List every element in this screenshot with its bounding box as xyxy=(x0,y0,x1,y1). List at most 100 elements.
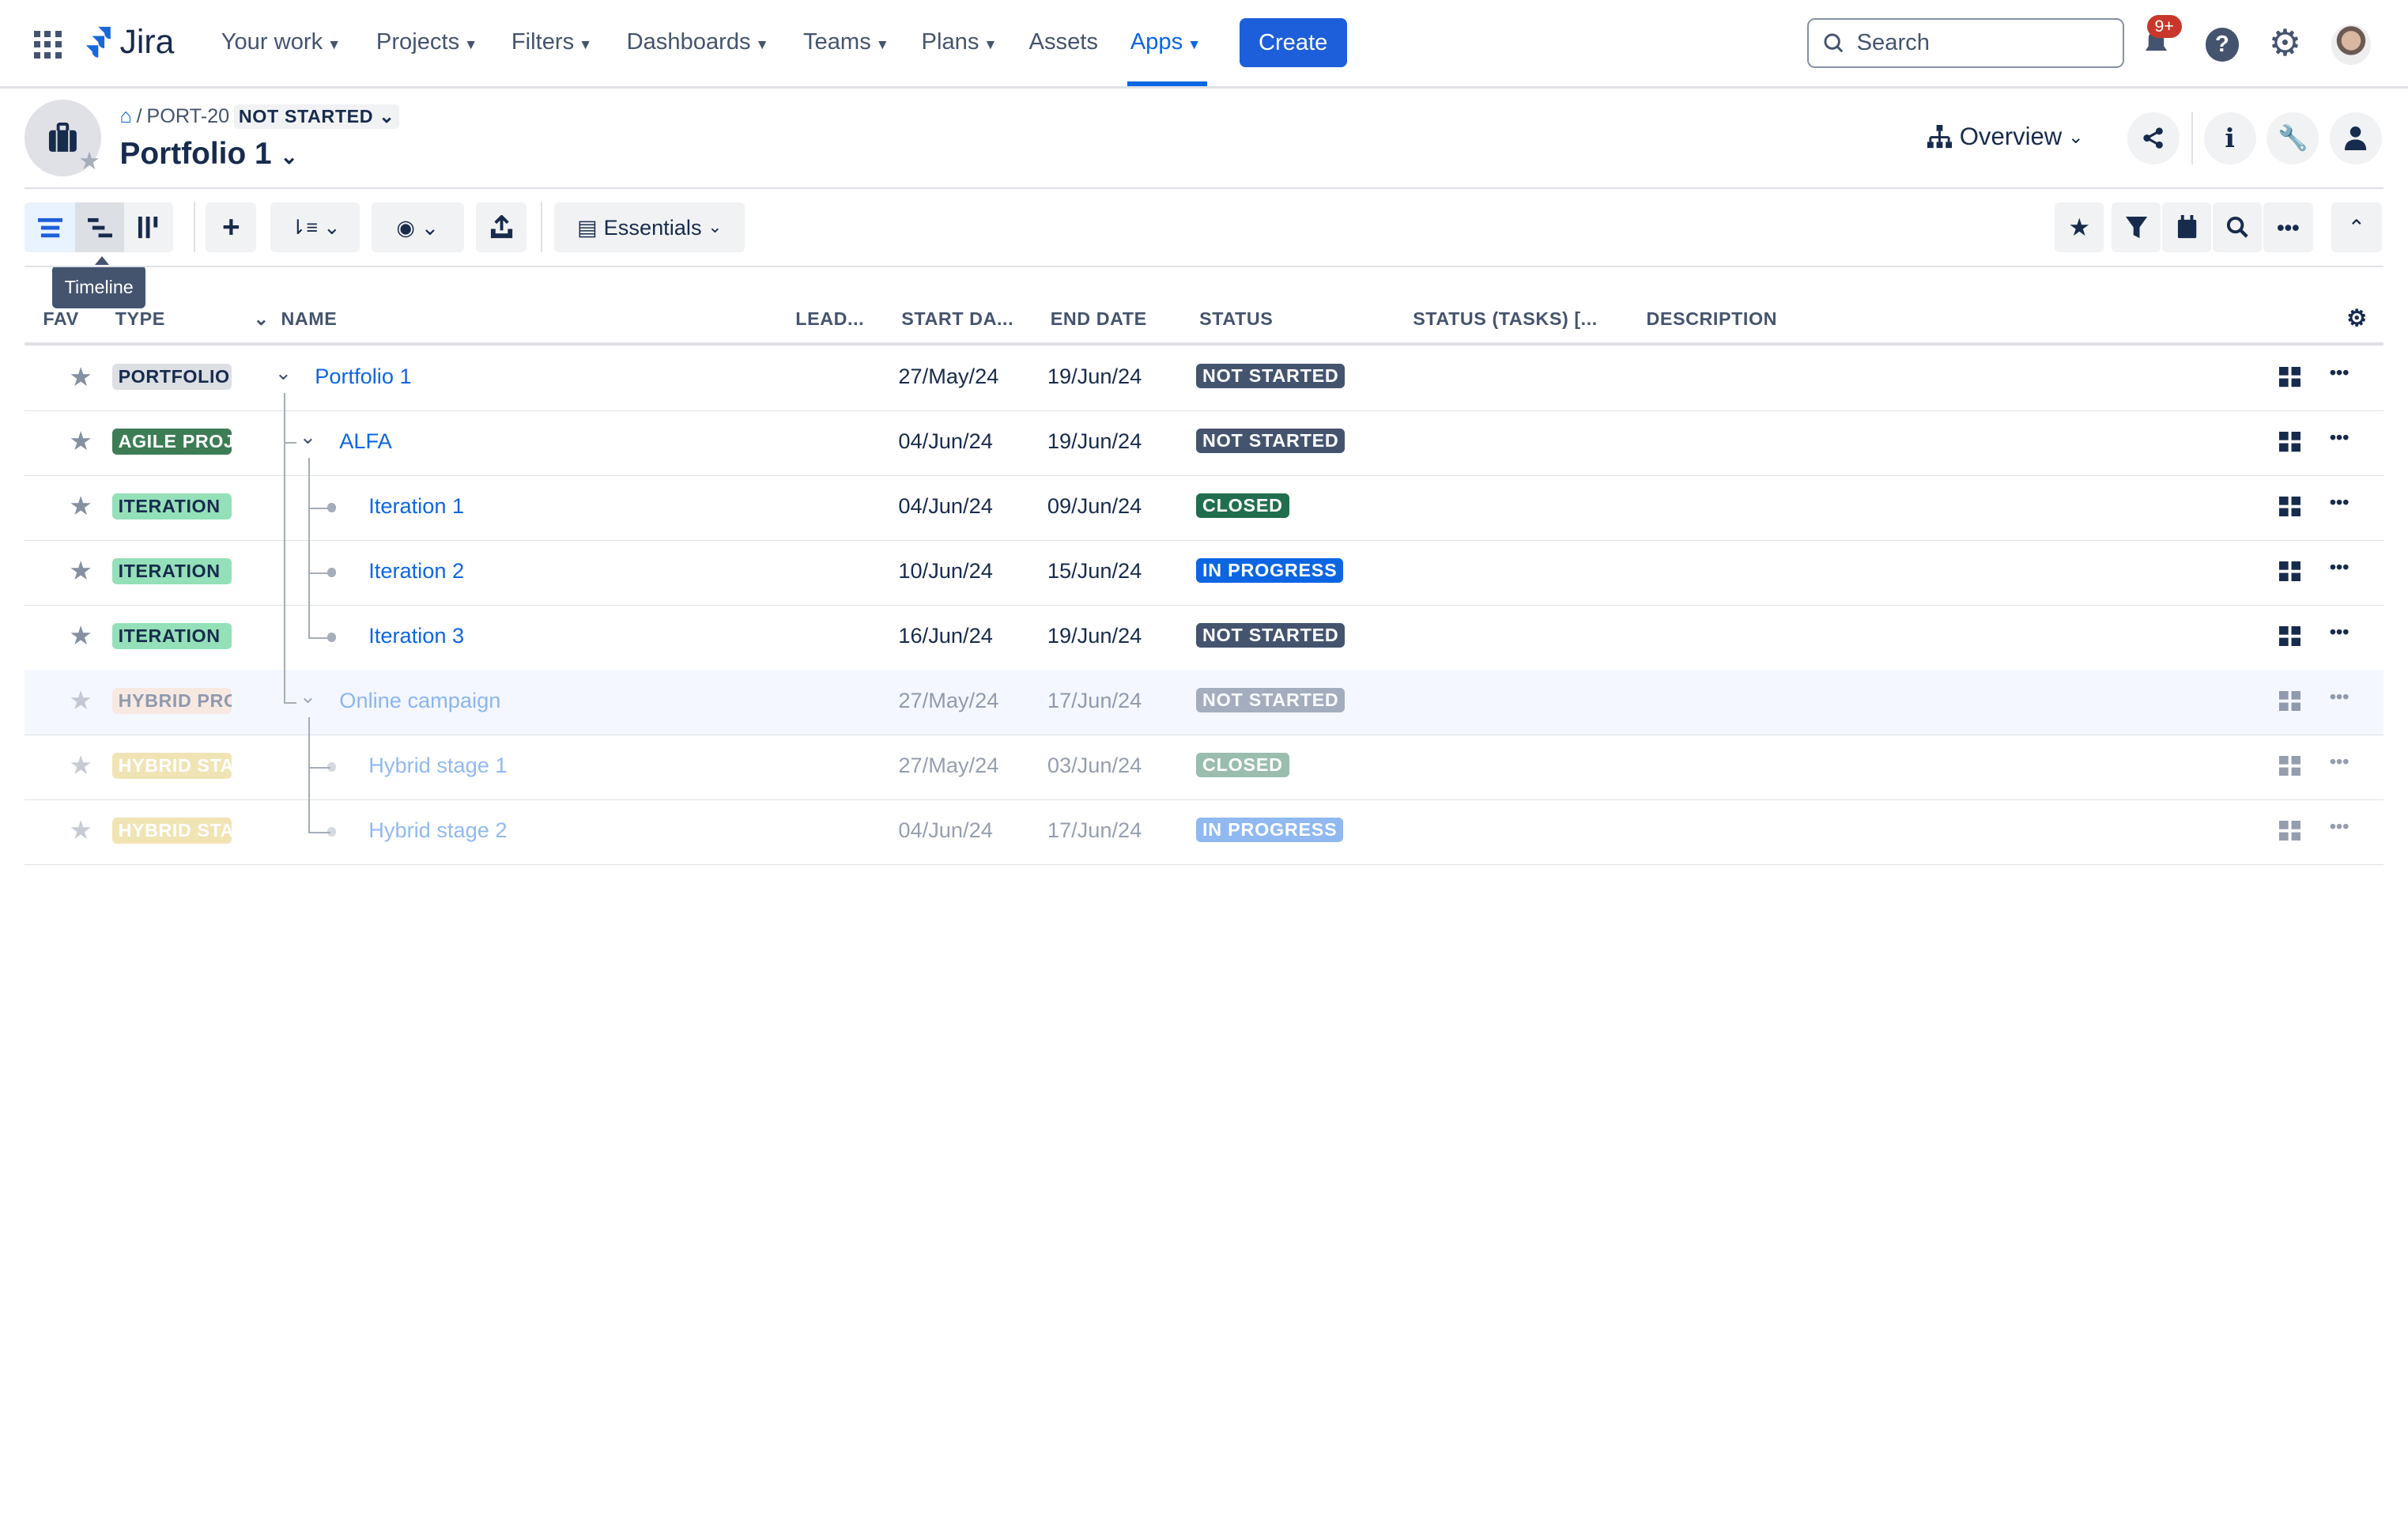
help-icon[interactable]: ? xyxy=(2205,27,2240,62)
column-header-lead[interactable]: LEAD... xyxy=(795,308,864,330)
expand-chevron-icon[interactable]: ⌄ xyxy=(300,685,316,708)
row-more-icon[interactable]: ••• xyxy=(2330,816,2349,837)
share-icon[interactable] xyxy=(2127,111,2180,164)
favorite-star-icon[interactable]: ★ xyxy=(69,620,92,651)
favorite-star-icon[interactable]: ★ xyxy=(69,685,92,716)
page-title[interactable]: Portfolio 1 ⌄ xyxy=(120,137,299,172)
row-more-icon[interactable]: ••• xyxy=(2330,621,2349,643)
details-grid-icon[interactable] xyxy=(2278,367,2301,392)
item-name-link[interactable]: ALFA xyxy=(339,429,392,454)
favorite-star-icon[interactable]: ★ xyxy=(69,490,92,521)
column-header-type[interactable]: TYPE xyxy=(115,308,165,330)
column-header-end-date[interactable]: END DATE xyxy=(1051,308,1147,330)
favorite-star-icon[interactable]: ★ xyxy=(69,361,92,392)
row-more-icon[interactable]: ••• xyxy=(2330,557,2349,578)
board-view-icon[interactable] xyxy=(124,202,174,252)
info-icon[interactable]: i xyxy=(2203,111,2256,164)
home-icon[interactable]: ⌂ xyxy=(120,105,132,128)
nav-assets[interactable]: Assets xyxy=(1029,29,1098,55)
row-more-icon[interactable]: ••• xyxy=(2330,686,2349,708)
nav-teams[interactable]: Teams ▼ xyxy=(803,29,889,55)
status-dropdown[interactable]: NOT STARTED ⌄ xyxy=(234,104,400,129)
wrench-icon[interactable]: 🔧 xyxy=(2266,111,2319,164)
item-name-link[interactable]: Hybrid stage 1 xyxy=(368,753,507,778)
details-grid-icon[interactable] xyxy=(2278,561,2301,587)
column-header-name[interactable]: NAME xyxy=(281,308,337,330)
breadcrumb-key[interactable]: PORT-20 xyxy=(146,105,229,128)
calendar-icon[interactable] xyxy=(2162,202,2212,252)
table-row[interactable]: ★ ITERATION Iteration 1 04/Jun/24 09/Jun/24 C… xyxy=(25,475,2383,541)
add-icon[interactable]: + xyxy=(206,202,257,252)
nav-plans[interactable]: Plans ▼ xyxy=(922,29,998,55)
create-button[interactable]: Create xyxy=(1239,18,1347,68)
nav-your-work[interactable]: Your work ▼ xyxy=(221,29,342,55)
column-header-description[interactable]: DESCRIPTION xyxy=(1646,308,1777,330)
favorite-star-icon[interactable]: ★ xyxy=(69,425,92,456)
export-icon[interactable] xyxy=(476,202,527,252)
item-name-link[interactable]: Iteration 1 xyxy=(368,493,464,519)
item-name-link[interactable]: Iteration 2 xyxy=(368,558,464,584)
list-view-icon[interactable] xyxy=(25,202,76,252)
settings-gear-icon[interactable]: ⚙ xyxy=(2266,22,2304,63)
search-input[interactable]: Search xyxy=(1807,18,2124,68)
nav-dashboards[interactable]: Dashboards ▼ xyxy=(627,29,769,55)
details-grid-icon[interactable] xyxy=(2278,756,2301,781)
item-name-link[interactable]: Hybrid stage 2 xyxy=(368,818,507,843)
details-grid-icon[interactable] xyxy=(2278,691,2301,716)
nav-projects[interactable]: Projects ▼ xyxy=(376,29,477,55)
status-badge[interactable]: NOT STARTED xyxy=(1196,364,1346,389)
status-badge[interactable]: IN PROGRESS xyxy=(1196,818,1344,843)
table-row[interactable]: ★ ITERATION Iteration 3 16/Jun/24 19/Jun/24 N… xyxy=(25,605,2383,671)
expand-chevron-icon[interactable]: ⌄ xyxy=(275,361,292,385)
status-badge[interactable]: NOT STARTED xyxy=(1196,429,1346,454)
details-grid-icon[interactable] xyxy=(2278,432,2301,457)
more-icon[interactable]: ••• xyxy=(2263,202,2313,252)
visibility-dropdown[interactable]: ◉ ⌄ xyxy=(372,202,464,252)
nav-filters[interactable]: Filters ▼ xyxy=(511,29,592,55)
status-badge[interactable]: CLOSED xyxy=(1196,493,1289,519)
column-header-status[interactable]: STATUS xyxy=(1199,308,1273,330)
status-badge[interactable]: NOT STARTED xyxy=(1196,623,1346,648)
row-more-icon[interactable]: ••• xyxy=(2330,492,2349,513)
search-icon[interactable] xyxy=(2213,202,2263,252)
table-row[interactable]: ★ PORTFOLIO ⌄ Portfolio 1 27/May/24 19/Jun/24… xyxy=(25,346,2383,411)
item-name-link[interactable]: Online campaign xyxy=(339,688,500,713)
table-row[interactable]: ★ HYBRID STA Hybrid stage 1 27/May/24 03/Jun… xyxy=(25,735,2383,800)
column-settings-gear-icon[interactable]: ⚙ xyxy=(2346,304,2368,332)
details-grid-icon[interactable] xyxy=(2278,626,2301,652)
collapse-chevron-up-icon[interactable]: ⌃ xyxy=(2331,202,2382,252)
favorite-star-icon[interactable]: ★ xyxy=(69,555,92,586)
favorite-star-icon[interactable]: ★ xyxy=(69,814,92,845)
timeline-view-icon[interactable] xyxy=(75,202,125,252)
column-header-status-tasks[interactable]: STATUS (TASKS) [... xyxy=(1413,308,1598,330)
nav-apps[interactable]: Apps ▼ xyxy=(1130,29,1202,55)
row-more-icon[interactable]: ••• xyxy=(2330,362,2349,383)
details-grid-icon[interactable] xyxy=(2278,497,2301,522)
column-header-start-date[interactable]: START DA... xyxy=(901,308,1013,330)
table-row[interactable]: ★ HYBRID STA Hybrid stage 2 04/Jun/24 17/Jun… xyxy=(25,799,2383,865)
favorite-star-icon[interactable]: ★ xyxy=(69,750,92,780)
expand-all-chevron-icon[interactable]: ⌄ xyxy=(254,308,270,330)
overview-view-dropdown[interactable]: Overview ⌄ xyxy=(1926,123,2084,151)
status-badge[interactable]: CLOSED xyxy=(1196,753,1289,778)
details-grid-icon[interactable] xyxy=(2278,821,2301,846)
table-row[interactable]: ★ HYBRID PRC ⌄ Online campaign 27/May/24 17/J… xyxy=(25,669,2383,735)
app-switcher-icon[interactable] xyxy=(33,30,62,59)
favorite-star-icon[interactable]: ★ xyxy=(78,147,100,176)
row-more-icon[interactable]: ••• xyxy=(2330,427,2349,448)
status-badge[interactable]: NOT STARTED xyxy=(1196,688,1346,713)
item-name-link[interactable]: Iteration 3 xyxy=(368,623,464,648)
row-more-icon[interactable]: ••• xyxy=(2330,751,2349,773)
status-badge[interactable]: IN PROGRESS xyxy=(1196,558,1344,584)
table-row[interactable]: ★ AGILE PROJ ⌄ ALFA 04/Jun/24 19/Jun/24 NOT ST… xyxy=(25,410,2383,476)
item-name-link[interactable]: Portfolio 1 xyxy=(315,364,411,389)
favorites-filter-star-icon[interactable]: ★ xyxy=(2055,202,2104,252)
sort-dropdown[interactable]: ⇂≡ ⌄ xyxy=(270,202,360,252)
expand-chevron-icon[interactable]: ⌄ xyxy=(300,425,316,449)
user-icon[interactable] xyxy=(2329,111,2382,164)
table-row[interactable]: ★ ITERATION Iteration 2 10/Jun/24 15/Jun/24 I… xyxy=(25,540,2383,606)
user-avatar[interactable] xyxy=(2331,25,2372,65)
jira-logo[interactable]: Jira xyxy=(80,23,174,62)
column-header-fav[interactable]: FAV xyxy=(43,308,78,330)
filter-icon[interactable] xyxy=(2112,202,2161,252)
